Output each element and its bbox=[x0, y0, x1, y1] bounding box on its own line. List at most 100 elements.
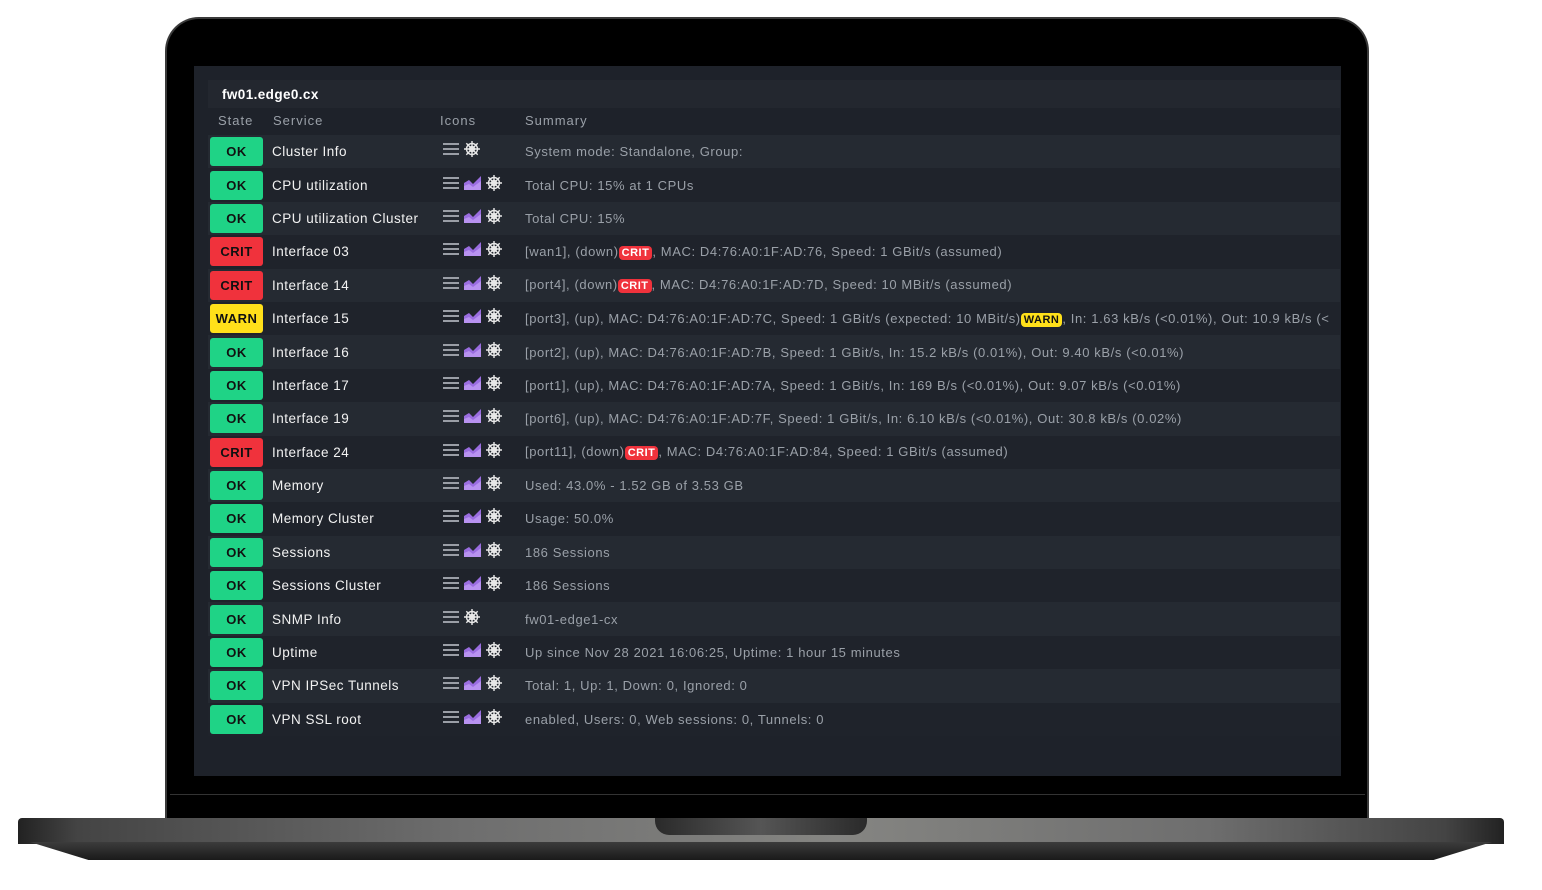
service-name[interactable]: Interface 17 bbox=[272, 378, 349, 393]
table-row: OK SNMP Info fw01-edge1-cx bbox=[208, 602, 1340, 636]
service-name[interactable]: Interface 19 bbox=[272, 411, 349, 426]
summary-text: [port6], (up), MAC: D4:76:A0:1F:AD:7F, S… bbox=[525, 411, 1182, 427]
gear-icon[interactable] bbox=[485, 174, 503, 197]
menu-icon[interactable] bbox=[442, 643, 460, 662]
service-name[interactable]: Interface 14 bbox=[272, 278, 349, 293]
service-name[interactable]: Memory bbox=[272, 478, 324, 493]
gear-icon[interactable] bbox=[485, 207, 503, 230]
gear-icon[interactable] bbox=[485, 341, 503, 364]
state-badge[interactable]: OK bbox=[210, 537, 263, 567]
column-header-summary[interactable]: Summary bbox=[525, 113, 588, 128]
menu-icon[interactable] bbox=[442, 576, 460, 595]
service-name[interactable]: Interface 15 bbox=[272, 311, 349, 326]
service-name[interactable]: CPU utilization bbox=[272, 178, 368, 193]
graph-icon[interactable] bbox=[463, 709, 482, 730]
gear-icon[interactable] bbox=[485, 307, 503, 330]
gear-icon[interactable] bbox=[485, 574, 503, 597]
graph-icon[interactable] bbox=[463, 175, 482, 196]
service-name[interactable]: Interface 03 bbox=[272, 244, 349, 259]
gear-icon[interactable] bbox=[485, 708, 503, 731]
graph-icon[interactable] bbox=[463, 475, 482, 496]
menu-icon[interactable] bbox=[442, 142, 460, 161]
menu-icon[interactable] bbox=[442, 443, 460, 462]
service-name[interactable]: VPN IPSec Tunnels bbox=[272, 678, 399, 693]
graph-icon[interactable] bbox=[463, 342, 482, 363]
summary: System mode: Standalone, Group: bbox=[525, 144, 743, 159]
state-badge[interactable]: OK bbox=[210, 337, 263, 367]
graph-icon[interactable] bbox=[463, 408, 482, 429]
service-name[interactable]: CPU utilization Cluster bbox=[272, 211, 419, 226]
gear-icon[interactable] bbox=[485, 674, 503, 697]
gear-icon[interactable] bbox=[485, 407, 503, 430]
gear-icon[interactable] bbox=[463, 608, 481, 631]
menu-icon[interactable] bbox=[442, 343, 460, 362]
menu-icon[interactable] bbox=[442, 676, 460, 695]
graph-icon[interactable] bbox=[463, 542, 482, 563]
state-badge[interactable]: OK bbox=[210, 504, 263, 534]
gear-icon[interactable] bbox=[485, 441, 503, 464]
graph-icon[interactable] bbox=[463, 241, 482, 262]
gear-icon[interactable] bbox=[485, 240, 503, 263]
graph-icon[interactable] bbox=[463, 275, 482, 296]
state-badge[interactable]: WARN bbox=[210, 304, 263, 334]
state-badge[interactable]: OK bbox=[210, 638, 263, 668]
gear-icon[interactable] bbox=[485, 274, 503, 297]
state-badge[interactable]: OK bbox=[210, 137, 263, 167]
menu-icon[interactable] bbox=[442, 309, 460, 328]
state-badge[interactable]: OK bbox=[210, 671, 263, 701]
state-badge[interactable]: OK bbox=[210, 404, 263, 434]
state-badge[interactable]: OK bbox=[210, 604, 263, 634]
service-name[interactable]: Cluster Info bbox=[272, 144, 347, 159]
menu-icon[interactable] bbox=[442, 176, 460, 195]
service-name[interactable]: SNMP Info bbox=[272, 612, 342, 627]
state-badge[interactable]: OK bbox=[210, 704, 263, 734]
graph-icon[interactable] bbox=[463, 308, 482, 329]
state-badge[interactable]: CRIT bbox=[210, 270, 263, 300]
service-name[interactable]: VPN SSL root bbox=[272, 712, 362, 727]
menu-icon[interactable] bbox=[442, 376, 460, 395]
menu-icon[interactable] bbox=[442, 610, 460, 629]
menu-icon[interactable] bbox=[442, 409, 460, 428]
state-badge[interactable]: CRIT bbox=[210, 437, 263, 467]
graph-icon[interactable] bbox=[463, 508, 482, 529]
service-name[interactable]: Uptime bbox=[272, 645, 318, 660]
state-badge[interactable]: OK bbox=[210, 203, 263, 233]
gear-icon[interactable] bbox=[463, 140, 481, 163]
menu-icon[interactable] bbox=[442, 543, 460, 562]
summary-text: Usage: 50.0% bbox=[525, 511, 614, 527]
service-name[interactable]: Sessions Cluster bbox=[272, 578, 381, 593]
graph-icon[interactable] bbox=[463, 642, 482, 663]
summary: 186 Sessions bbox=[525, 545, 610, 560]
service-name[interactable]: Memory Cluster bbox=[272, 511, 374, 526]
graph-icon[interactable] bbox=[463, 575, 482, 596]
host-title[interactable]: fw01.edge0.cx bbox=[208, 80, 1340, 108]
state-badge[interactable]: CRIT bbox=[210, 237, 263, 267]
table-row: WARN Interface 15 [port3], (up), MAC: D4:7… bbox=[208, 301, 1340, 336]
graph-icon[interactable] bbox=[463, 208, 482, 229]
menu-icon[interactable] bbox=[442, 276, 460, 295]
service-name[interactable]: Interface 24 bbox=[272, 445, 349, 460]
state-badge[interactable]: OK bbox=[210, 571, 263, 601]
table-row: OK Sessions Cluster 186 Sessions bbox=[208, 569, 1340, 603]
menu-icon[interactable] bbox=[442, 476, 460, 495]
graph-icon[interactable] bbox=[463, 442, 482, 463]
gear-icon[interactable] bbox=[485, 541, 503, 564]
menu-icon[interactable] bbox=[442, 710, 460, 729]
gear-icon[interactable] bbox=[485, 474, 503, 497]
graph-icon[interactable] bbox=[463, 375, 482, 396]
service-name[interactable]: Sessions bbox=[272, 545, 331, 560]
menu-icon[interactable] bbox=[442, 242, 460, 261]
column-header-state[interactable]: State bbox=[218, 113, 253, 128]
gear-icon[interactable] bbox=[485, 374, 503, 397]
service-name[interactable]: Interface 16 bbox=[272, 345, 349, 360]
state-badge[interactable]: OK bbox=[210, 471, 263, 501]
menu-icon[interactable] bbox=[442, 509, 460, 528]
column-header-service[interactable]: Service bbox=[273, 113, 323, 128]
gear-icon[interactable] bbox=[485, 641, 503, 664]
menu-icon[interactable] bbox=[442, 209, 460, 228]
graph-icon[interactable] bbox=[463, 675, 482, 696]
gear-icon[interactable] bbox=[485, 507, 503, 530]
summary: [port4], (down) CRIT, MAC: D4:76:A0:1F:AD… bbox=[525, 277, 1012, 294]
state-badge[interactable]: OK bbox=[210, 370, 263, 400]
state-badge[interactable]: OK bbox=[210, 170, 263, 200]
